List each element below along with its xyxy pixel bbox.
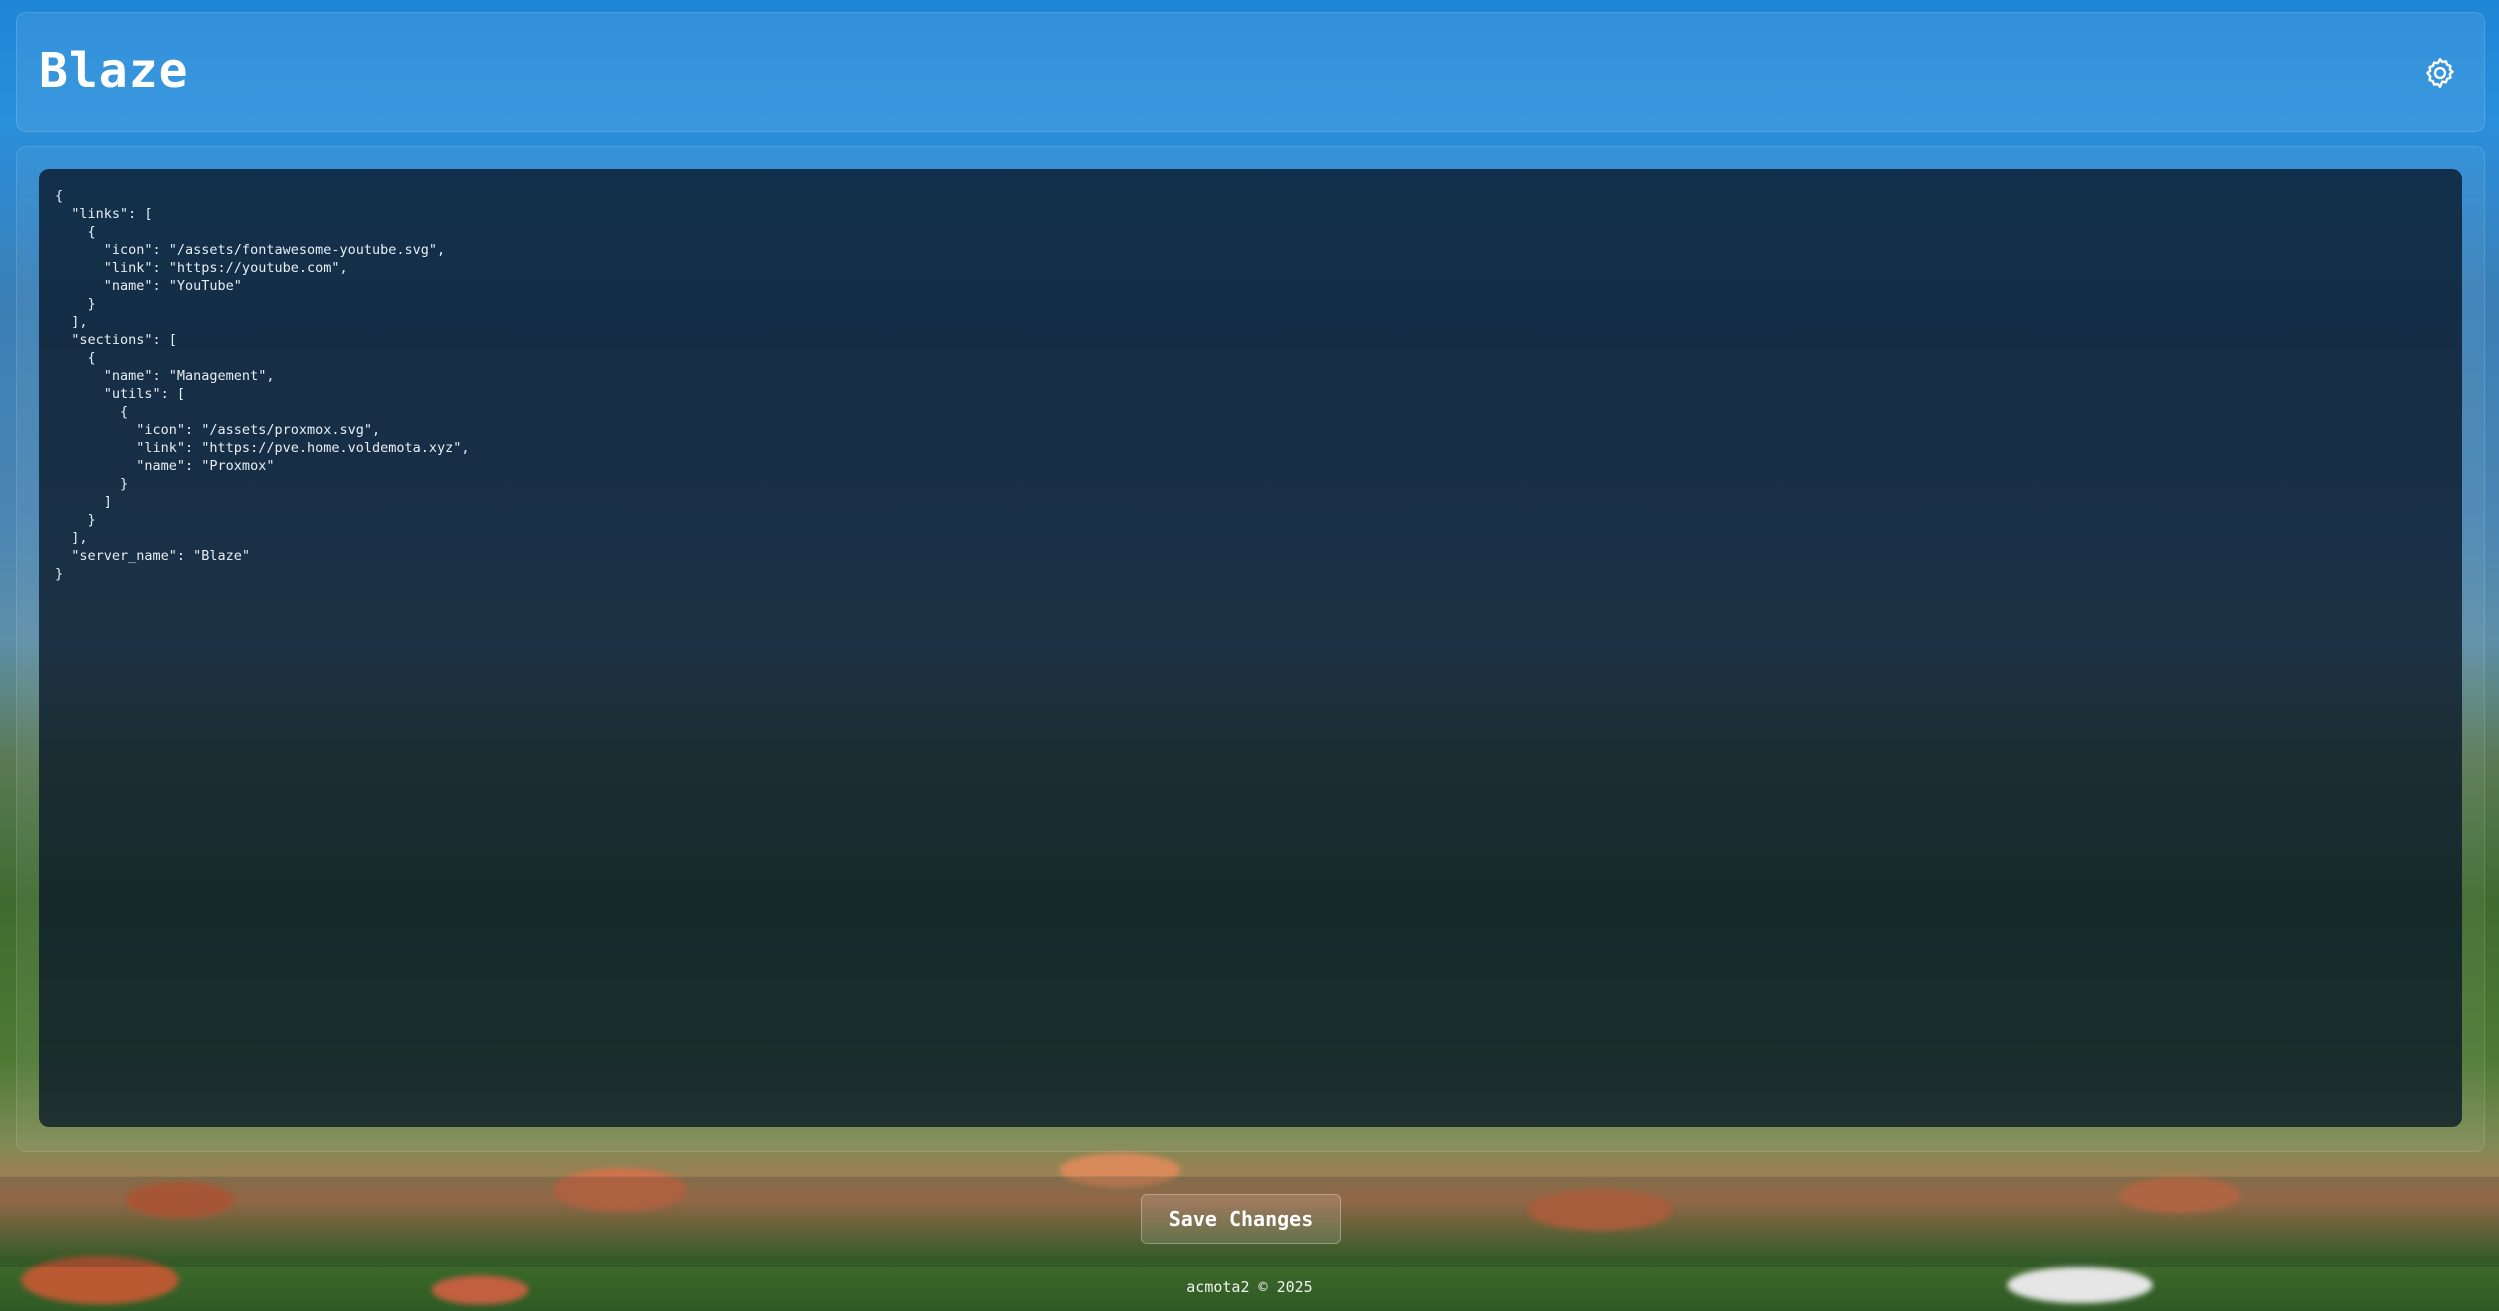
gear-icon: [2426, 58, 2454, 88]
save-changes-button[interactable]: Save Changes: [1141, 1194, 1341, 1244]
settings-button[interactable]: [2422, 55, 2458, 91]
app-header: Blaze: [16, 12, 2485, 132]
copyright-text: acmota2 © 2025: [1186, 1278, 1313, 1296]
app-title: Blaze: [39, 43, 189, 99]
config-json-editor[interactable]: { "links": [ { "icon": "/assets/fontawes…: [39, 169, 2462, 1127]
config-panel: { "links": [ { "icon": "/assets/fontawes…: [16, 146, 2485, 1152]
